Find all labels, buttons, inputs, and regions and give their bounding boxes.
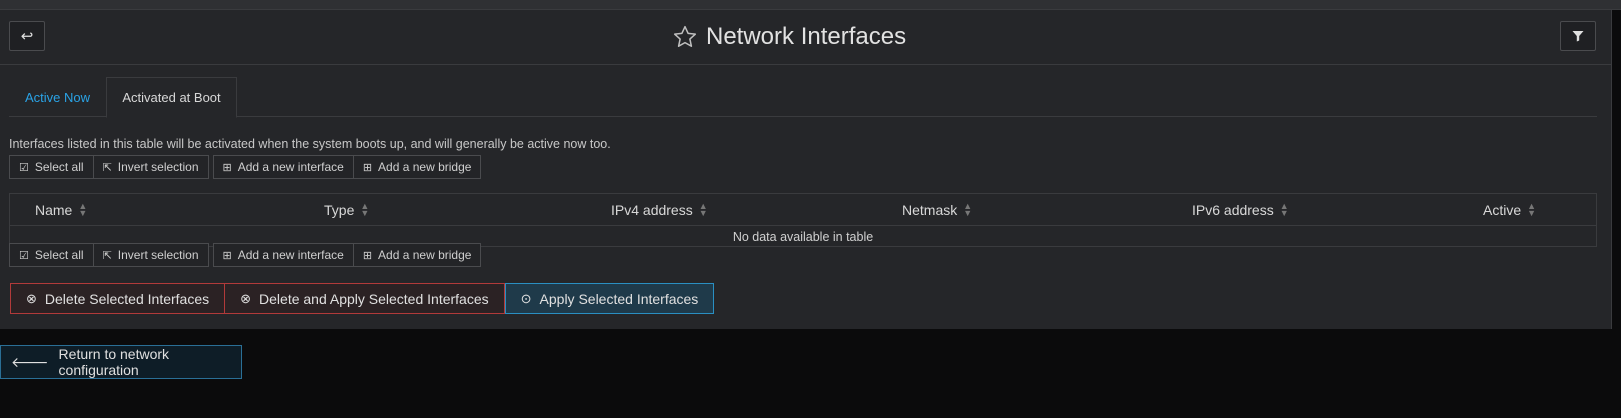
column-header-active[interactable]: Active ▲ ▼ <box>1483 194 1536 226</box>
sort-icon: ▲ ▼ <box>1527 201 1537 218</box>
bottom-toolbar: ☑ Select all ⇱ Invert selection ⊞ Add a … <box>9 243 482 267</box>
sort-icon: ▲ ▼ <box>698 201 708 218</box>
add-interface-label: Add a new interface <box>237 160 344 174</box>
add-interface-button[interactable]: ⊞ Add a new interface <box>212 243 354 267</box>
tab-bar: Active Now Activated at Boot <box>9 77 1597 118</box>
invert-selection-label: Invert selection <box>117 248 199 262</box>
add-bridge-button[interactable]: ⊞ Add a new bridge <box>353 243 482 267</box>
top-toolbar: ☑ Select all ⇱ Invert selection ⊞ Add a … <box>9 155 482 179</box>
share-square-icon: ⇱ <box>102 249 112 262</box>
delete-selected-button[interactable]: ⊗ Delete Selected Interfaces <box>10 283 226 314</box>
main-panel: ↩ Network Interfaces Active Now Activate… <box>0 10 1612 329</box>
return-label: Return to network configuration <box>58 346 170 378</box>
invert-selection-button[interactable]: ⇱ Invert selection <box>93 243 209 267</box>
check-square-icon: ☑ <box>19 161 29 174</box>
column-header-ipv6[interactable]: IPv6 address ▲ ▼ <box>1192 194 1289 226</box>
page-title: Network Interfaces <box>706 23 907 50</box>
check-square-icon: ☑ <box>19 249 29 262</box>
plus-square-icon: ⊞ <box>222 161 232 174</box>
add-bridge-button[interactable]: ⊞ Add a new bridge <box>353 155 482 179</box>
select-all-label: Select all <box>34 160 84 174</box>
delete-and-apply-button[interactable]: ⊗ Delete and Apply Selected Interfaces <box>225 283 505 314</box>
interfaces-table: Name ▲ ▼ Type ▲ ▼ IPv4 address ▲ ▼ Netmask … <box>9 193 1597 247</box>
add-bridge-label: Add a new bridge <box>378 248 472 262</box>
back-button[interactable]: ↩ <box>9 21 45 51</box>
sort-icon: ▲ ▼ <box>360 201 370 218</box>
sort-icon: ▲ ▼ <box>963 201 973 218</box>
delete-and-apply-label: Delete and Apply Selected Interfaces <box>259 290 489 307</box>
action-buttons: ⊗ Delete Selected Interfaces ⊗ Delete an… <box>10 283 715 314</box>
tab-active-now[interactable]: Active Now <box>9 77 106 117</box>
column-header-name[interactable]: Name ▲ ▼ <box>35 194 87 226</box>
add-interface-label: Add a new interface <box>237 248 344 262</box>
star-icon[interactable] <box>672 24 698 50</box>
title-area: Network Interfaces <box>672 20 906 54</box>
select-all-button[interactable]: ☑ Select all <box>9 243 94 267</box>
table-header: Name ▲ ▼ Type ▲ ▼ IPv4 address ▲ ▼ Netmask … <box>10 194 1596 226</box>
return-to-network-config-button[interactable]: 🡐 Return to network configuration <box>0 345 242 379</box>
apply-selected-label: Apply Selected Interfaces <box>539 290 699 307</box>
apply-selected-button[interactable]: ⊙ Apply Selected Interfaces <box>504 283 715 314</box>
sort-icon: ▲ ▼ <box>1279 201 1289 218</box>
filter-button[interactable] <box>1560 21 1596 51</box>
check-circle-icon: ⊙ <box>520 290 532 306</box>
filter-icon <box>1572 31 1584 42</box>
top-bar <box>0 0 1621 10</box>
sort-icon: ▲ ▼ <box>78 201 88 218</box>
column-header-ipv4[interactable]: IPv4 address ▲ ▼ <box>611 194 708 226</box>
share-square-icon: ⇱ <box>102 161 112 174</box>
table-description: Interfaces listed in this table will be … <box>9 137 611 151</box>
times-circle-icon: ⊗ <box>26 290 37 306</box>
invert-selection-button[interactable]: ⇱ Invert selection <box>93 155 209 179</box>
add-interface-button[interactable]: ⊞ Add a new interface <box>212 155 354 179</box>
column-header-type[interactable]: Type ▲ ▼ <box>324 194 369 226</box>
delete-selected-label: Delete Selected Interfaces <box>44 290 210 307</box>
plus-square-icon: ⊞ <box>362 249 373 262</box>
tab-activated-at-boot[interactable]: Activated at Boot <box>106 77 237 118</box>
plus-square-icon: ⊞ <box>222 249 232 262</box>
return-arrow-icon: ↩ <box>20 28 34 45</box>
page-header: ↩ Network Interfaces <box>0 10 1612 65</box>
arrow-left-icon: 🡐 <box>11 353 49 370</box>
add-bridge-label: Add a new bridge <box>378 160 472 174</box>
select-all-button[interactable]: ☑ Select all <box>9 155 94 179</box>
invert-selection-label: Invert selection <box>117 160 199 174</box>
select-all-label: Select all <box>34 248 84 262</box>
plus-square-icon: ⊞ <box>362 161 373 174</box>
column-header-netmask[interactable]: Netmask ▲ ▼ <box>902 194 972 226</box>
times-circle-icon: ⊗ <box>240 290 252 306</box>
